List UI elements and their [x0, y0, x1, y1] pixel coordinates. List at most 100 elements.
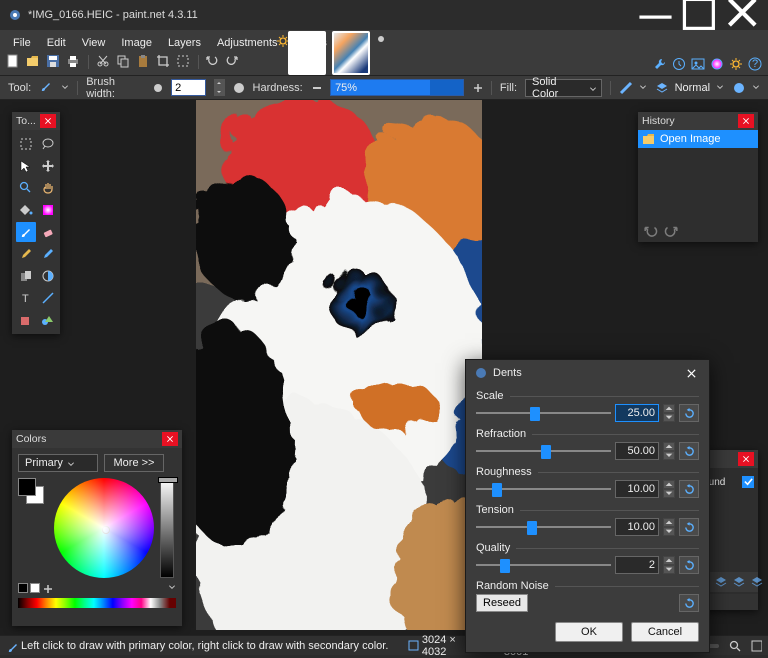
zoom-in-button[interactable]	[729, 640, 740, 652]
tool-rect-select[interactable]	[16, 134, 36, 154]
brush-width-spinner[interactable]	[214, 79, 225, 96]
menu-file[interactable]: File	[6, 34, 38, 52]
fullscreen-button[interactable]	[751, 640, 762, 652]
menu-view[interactable]: View	[75, 34, 113, 52]
layer-props-button[interactable]	[750, 575, 764, 589]
color-wheel[interactable]	[54, 478, 154, 578]
tools-window-titlebar[interactable]: To...	[12, 112, 60, 130]
brush-minus-icon[interactable]	[152, 82, 163, 94]
ok-button[interactable]: OK	[555, 622, 623, 642]
refraction-spinner[interactable]	[663, 442, 675, 460]
tool-fill[interactable]	[16, 200, 36, 220]
refraction-slider[interactable]	[476, 442, 611, 460]
history-window-titlebar[interactable]: History	[638, 112, 758, 130]
colors-window-titlebar[interactable]: Colors	[12, 430, 182, 448]
deselect-button[interactable]	[176, 54, 191, 69]
tool-picker[interactable]	[38, 244, 58, 264]
tension-value[interactable]: 10.00	[615, 518, 659, 536]
scale-reset[interactable]	[679, 404, 699, 422]
history-item[interactable]: Open Image	[638, 130, 758, 148]
scale-spinner[interactable]	[663, 404, 675, 422]
tool-line[interactable]	[38, 288, 58, 308]
quality-slider[interactable]	[476, 556, 611, 574]
layer-visibility-checkbox[interactable]	[742, 476, 754, 488]
hardness-plus-icon[interactable]	[472, 82, 483, 94]
tool-shapes2[interactable]	[38, 310, 58, 330]
overwrite-toggle[interactable]	[732, 81, 760, 95]
color-mode-dropdown[interactable]: Primary	[18, 454, 98, 472]
layers-window-toggle[interactable]	[690, 56, 705, 71]
scale-value[interactable]: 25.00	[615, 404, 659, 422]
menu-layers[interactable]: Layers	[161, 34, 208, 52]
reseed-button[interactable]: Reseed	[476, 594, 528, 612]
random-reset-button[interactable]	[679, 594, 699, 612]
brush-plus-icon[interactable]	[233, 82, 244, 94]
document-thumb-1[interactable]	[288, 31, 326, 75]
tools-window-toggle[interactable]	[652, 56, 667, 71]
roughness-slider[interactable]	[476, 480, 611, 498]
hardness-minus-icon[interactable]	[311, 82, 322, 94]
tool-move-sel[interactable]	[16, 156, 36, 176]
menu-adjustments[interactable]: Adjustments	[210, 34, 285, 52]
tool-pan[interactable]	[38, 178, 58, 198]
close-button[interactable]	[723, 0, 768, 30]
dents-dialog-close[interactable]	[681, 363, 701, 383]
fill-dropdown[interactable]: Solid Color	[525, 79, 602, 97]
refraction-value[interactable]: 50.00	[615, 442, 659, 460]
value-slider[interactable]	[160, 478, 174, 578]
current-tool-icon[interactable]	[39, 79, 53, 96]
colors-more-button[interactable]: More >>	[104, 454, 164, 472]
menu-image[interactable]: Image	[114, 34, 159, 52]
layer-movedown-button[interactable]	[732, 575, 746, 589]
quality-reset[interactable]	[679, 556, 699, 574]
color-palette[interactable]	[18, 598, 176, 608]
tool-lasso[interactable]	[38, 134, 58, 154]
roughness-value[interactable]: 10.00	[615, 480, 659, 498]
redo-button[interactable]	[226, 54, 241, 69]
tool-clone[interactable]	[16, 266, 36, 286]
tool-dropdown[interactable]	[61, 82, 69, 94]
quality-spinner[interactable]	[663, 556, 675, 574]
add-color-icon[interactable]	[42, 583, 52, 593]
tension-reset[interactable]	[679, 518, 699, 536]
refraction-reset[interactable]	[679, 442, 699, 460]
black-swatch[interactable]	[18, 583, 28, 593]
redo-button[interactable]	[664, 224, 678, 238]
tool-zoom[interactable]	[16, 178, 36, 198]
settings-button[interactable]	[728, 56, 743, 71]
open-button[interactable]	[26, 54, 41, 69]
tension-slider[interactable]	[476, 518, 611, 536]
quality-value[interactable]: 2	[615, 556, 659, 574]
layer-moveup-button[interactable]	[714, 575, 728, 589]
history-window-close[interactable]	[738, 114, 754, 128]
pin-icon[interactable]	[376, 34, 386, 44]
tool-pencil[interactable]	[16, 244, 36, 264]
new-button[interactable]	[6, 54, 21, 69]
blend-mode-dropdown[interactable]: Normal	[655, 81, 724, 95]
crop-button[interactable]	[156, 54, 171, 69]
menu-edit[interactable]: Edit	[40, 34, 73, 52]
scale-slider[interactable]	[476, 404, 611, 422]
help-button[interactable]	[747, 56, 762, 71]
tool-move[interactable]	[38, 156, 58, 176]
print-button[interactable]	[66, 54, 81, 69]
undo-button[interactable]	[644, 224, 658, 238]
cut-button[interactable]	[96, 54, 111, 69]
tool-brush[interactable]	[16, 222, 36, 242]
cancel-button[interactable]: Cancel	[631, 622, 699, 642]
hardness-input[interactable]: 75%	[330, 79, 464, 96]
minimize-button[interactable]	[633, 0, 678, 30]
tool-recolor[interactable]	[38, 266, 58, 286]
brush-width-input[interactable]: 2	[171, 79, 206, 96]
tools-window-close[interactable]	[40, 114, 56, 128]
save-button[interactable]	[46, 54, 61, 69]
copy-button[interactable]	[116, 54, 131, 69]
colors-window-toggle[interactable]	[709, 56, 724, 71]
tool-eraser[interactable]	[38, 222, 58, 242]
canvas[interactable]	[196, 100, 482, 630]
history-window-toggle[interactable]	[671, 56, 686, 71]
white-swatch[interactable]	[30, 583, 40, 593]
colors-window-close[interactable]	[162, 432, 178, 446]
antialias-toggle[interactable]	[619, 81, 647, 95]
tool-text[interactable]: T	[16, 288, 36, 308]
